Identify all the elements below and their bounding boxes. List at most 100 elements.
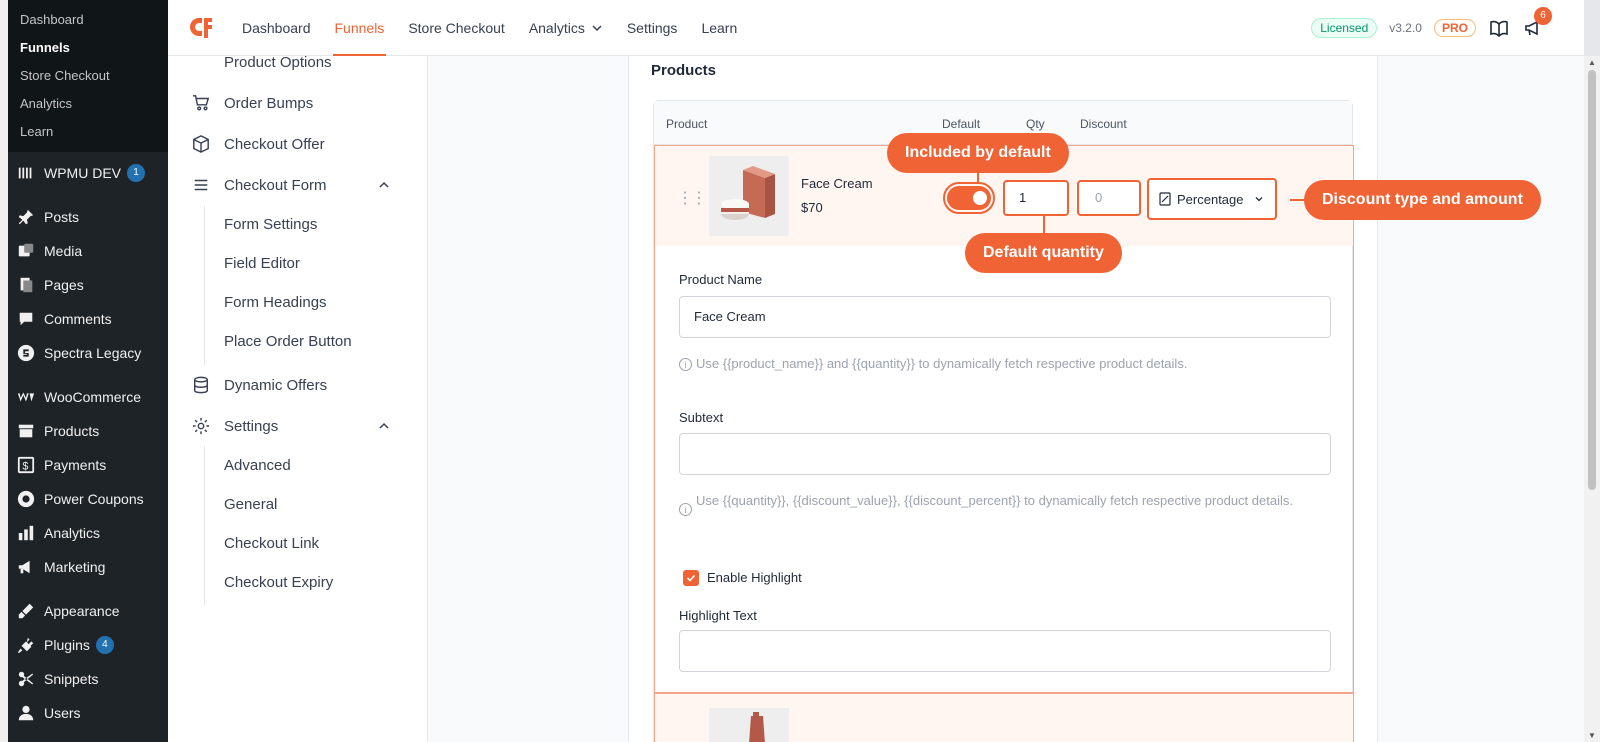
submenu-funnels[interactable]: Funnels <box>0 34 168 62</box>
menu-appearance[interactable]: Appearance <box>0 594 168 628</box>
menu-users[interactable]: Users <box>0 696 168 730</box>
menu-spectra[interactable]: Spectra Legacy <box>0 336 168 370</box>
media-icon <box>16 241 36 261</box>
scroll-down-arrow-icon[interactable]: ▼ <box>1588 731 1596 740</box>
nav-field-editor[interactable]: Field Editor <box>224 255 300 272</box>
menu-plugins[interactable]: Plugins 4 <box>0 628 168 662</box>
menu-power-coupons[interactable]: Power Coupons <box>0 482 168 516</box>
menu-products[interactable]: Products <box>0 414 168 448</box>
submenu-store-checkout[interactable]: Store Checkout <box>0 62 168 90</box>
menu-woocommerce[interactable]: WooCommerce <box>0 380 168 414</box>
discount-amount-input[interactable]: 0 <box>1077 180 1141 216</box>
nav-form-settings[interactable]: Form Settings <box>224 216 317 233</box>
nav-dashboard[interactable]: Dashboard <box>242 0 311 56</box>
enable-highlight-label: Enable Highlight <box>707 570 802 585</box>
cube-icon <box>190 133 212 155</box>
nav-general[interactable]: General <box>224 496 277 513</box>
nav-settings[interactable]: Settings <box>627 0 678 56</box>
megaphone-icon <box>16 557 36 577</box>
menu-comments[interactable]: Comments <box>0 302 168 336</box>
chevron-down-icon <box>592 24 602 31</box>
update-badge: 4 <box>95 636 114 654</box>
subtext-input[interactable] <box>679 433 1331 475</box>
nav-funnels[interactable]: Funnels <box>332 0 387 56</box>
database-icon <box>190 374 212 396</box>
bar-chart-icon <box>16 523 36 543</box>
scrollbar-thumb[interactable] <box>1588 70 1596 490</box>
menu-media[interactable]: Media <box>0 234 168 268</box>
nav-checkout-link[interactable]: Checkout Link <box>224 535 319 552</box>
callout-included-by-default: Included by default <box>887 133 1069 173</box>
nav-advanced[interactable]: Advanced <box>224 457 291 474</box>
menu-analytics[interactable]: Analytics <box>0 516 168 550</box>
archive-icon <box>16 421 36 441</box>
svg-text:$: $ <box>22 461 28 473</box>
checkout-settings-nav: Product Options Order Bumps Checkout Off… <box>168 54 428 742</box>
nav-analytics[interactable]: Analytics <box>529 0 603 56</box>
discount-type-select[interactable]: Percentage <box>1147 178 1277 220</box>
menu-marketing[interactable]: Marketing <box>0 550 168 584</box>
nav-store-checkout[interactable]: Store Checkout <box>408 0 505 56</box>
product-name-input[interactable]: Face Cream <box>679 296 1331 338</box>
nav-order-bumps[interactable]: Order Bumps <box>190 92 313 114</box>
info-icon: i <box>679 358 692 371</box>
wp-admin-sidebar: Dashboard Funnels Store Checkout Analyti… <box>0 0 168 742</box>
nav-dynamic-offers[interactable]: Dynamic Offers <box>190 374 327 396</box>
funnels-submenu: Dashboard Funnels Store Checkout Analyti… <box>0 0 168 152</box>
percent-tag-icon <box>1159 192 1171 206</box>
nav-settings[interactable]: Settings <box>190 415 400 437</box>
menu-posts[interactable]: Posts <box>0 200 168 234</box>
product-row <box>654 693 1354 742</box>
menu-payments[interactable]: $ Payments <box>0 448 168 482</box>
nav-checkout-offer[interactable]: Checkout Offer <box>190 133 325 155</box>
gear-icon <box>190 415 212 437</box>
woocommerce-icon <box>16 387 36 407</box>
menu-lines-icon <box>190 174 212 196</box>
pages-icon <box>16 275 36 295</box>
version-label: v3.2.0 <box>1389 20 1422 35</box>
products-table: Product Default Qty Discount ⋮⋮ Face Cre… <box>653 100 1354 742</box>
window-edge <box>0 0 8 742</box>
enable-highlight-checkbox[interactable] <box>683 570 699 586</box>
book-icon[interactable] <box>1488 17 1510 39</box>
nav-checkout-expiry[interactable]: Checkout Expiry <box>224 574 333 591</box>
page-scrollbar[interactable]: ▲ ▼ <box>1584 56 1600 742</box>
submenu-learn[interactable]: Learn <box>0 118 168 146</box>
default-toggle[interactable] <box>943 182 995 214</box>
spectra-icon <box>16 343 36 363</box>
header-product: Product <box>666 117 708 131</box>
brush-icon <box>16 601 36 621</box>
menu-pages[interactable]: Pages <box>0 268 168 302</box>
chevron-up-icon[interactable] <box>378 420 390 432</box>
pro-badge: PRO <box>1433 18 1476 37</box>
menu-wpmudev[interactable]: WPMU DEV 1 <box>0 156 168 190</box>
nav-product-options[interactable]: Product Options <box>224 54 332 71</box>
nav-learn[interactable]: Learn <box>701 0 737 56</box>
user-icon <box>16 703 36 723</box>
callout-default-quantity: Default quantity <box>965 233 1122 273</box>
nav-form-headings[interactable]: Form Headings <box>224 294 327 311</box>
submenu-guide-line <box>204 446 205 606</box>
quantity-input[interactable]: 1 <box>1003 180 1069 216</box>
subtext-label: Subtext <box>679 410 724 425</box>
megaphone-icon[interactable]: 6 <box>1522 6 1552 39</box>
submenu-dashboard[interactable]: Dashboard <box>0 6 168 34</box>
wpmudev-icon <box>16 163 36 183</box>
drag-handle-icon[interactable]: ⋮⋮ <box>677 188 707 208</box>
chevron-up-icon[interactable] <box>378 179 390 191</box>
header-discount: Discount <box>1080 117 1127 131</box>
header-default: Default <box>942 117 981 131</box>
product-name-hint: i Use {{product_name}} and {{quantity}} … <box>679 354 1329 374</box>
dollar-icon: $ <box>16 455 36 475</box>
nav-checkout-form[interactable]: Checkout Form <box>190 174 400 196</box>
product-row: ⋮⋮ Face Cream $70 1 0 Percentage Product… <box>654 145 1354 693</box>
pin-icon <box>16 207 36 227</box>
product-thumbnail <box>709 708 789 742</box>
callout-discount-type: Discount type and amount <box>1304 180 1541 220</box>
submenu-analytics[interactable]: Analytics <box>0 90 168 118</box>
scroll-up-arrow-icon[interactable]: ▲ <box>1588 58 1596 67</box>
nav-place-order-button[interactable]: Place Order Button <box>224 333 352 350</box>
highlight-text-input[interactable] <box>679 630 1331 672</box>
check-icon <box>686 574 696 582</box>
menu-snippets[interactable]: Snippets <box>0 662 168 696</box>
